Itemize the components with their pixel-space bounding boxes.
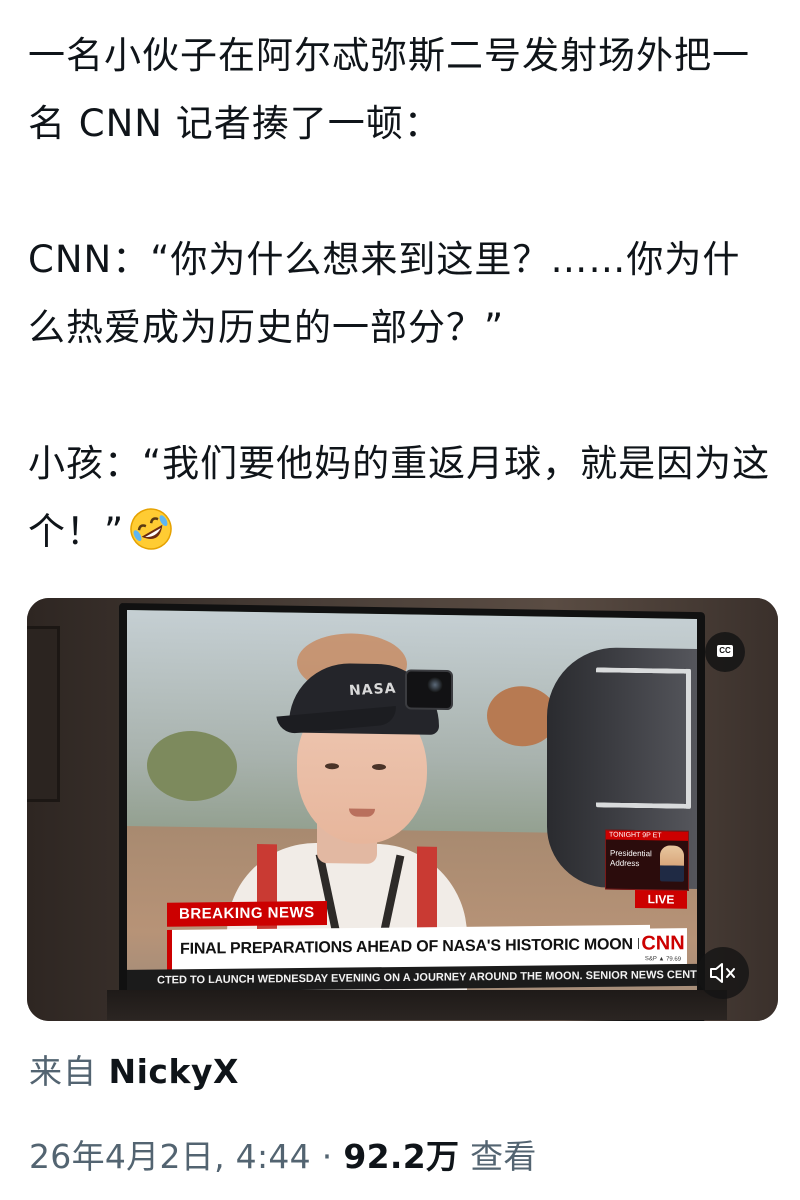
post-paragraph-2: CNN：“你为什么想来到这里？……你为什么热爱成为历史的一部分？” [28,238,741,349]
mute-button[interactable] [697,947,749,999]
view-count-label: 查看 [470,1137,537,1176]
meta-separator: · [321,1137,333,1176]
view-count: 92.2万 [343,1137,460,1176]
wall-picture-frame [27,626,60,802]
breaking-news-label: BREAKING NEWS [167,901,327,927]
promo-text: Presidential Address [610,848,652,869]
news-headline: FINAL PREPARATIONS AHEAD OF NASA'S HISTO… [167,924,650,970]
source-prefix: 来自 [29,1052,97,1091]
nasa-cap-logo: NASA [348,680,397,700]
video-player[interactable]: NASA TONIGHT 9P ET Presidential Address … [27,598,778,1021]
live-badge: LIVE [635,889,687,909]
source-author-link[interactable]: NickyX [109,1052,239,1091]
post-paragraph-1: 一名小伙子在阿尔忒弥斯二号发射场外把一名 CNN 记者揍了一顿： [28,34,750,145]
post-timestamp[interactable]: 26年4月2日, 4:44 [29,1137,311,1176]
rolling-on-floor-laughing-emoji [130,508,172,550]
cc-icon: CC [717,645,733,657]
tv-stand [107,990,727,1020]
television-screen: NASA TONIGHT 9P ET Presidential Address … [127,610,697,1011]
promo-portrait [660,845,684,882]
post-meta: 26年4月2日, 4:44 · 92.2万 查看 [29,1130,537,1178]
post-paragraph-3: 小孩：“我们要他妈的重返月球，就是因为这个！” [28,430,778,566]
post-text: 一名小伙子在阿尔忒弥斯二号发射场外把一名 CNN 记者揍了一顿： CNN：“你为… [28,22,778,566]
promo-box: TONIGHT 9P ET Presidential Address [605,829,689,891]
speaker-muted-icon [710,963,735,983]
closed-captions-button[interactable]: CC [705,632,745,672]
promo-time: TONIGHT 9P ET [606,830,688,841]
source-line: 来自 NickyX [29,1045,239,1093]
market-ticker: S&P ▲ 79.69 [644,956,682,963]
